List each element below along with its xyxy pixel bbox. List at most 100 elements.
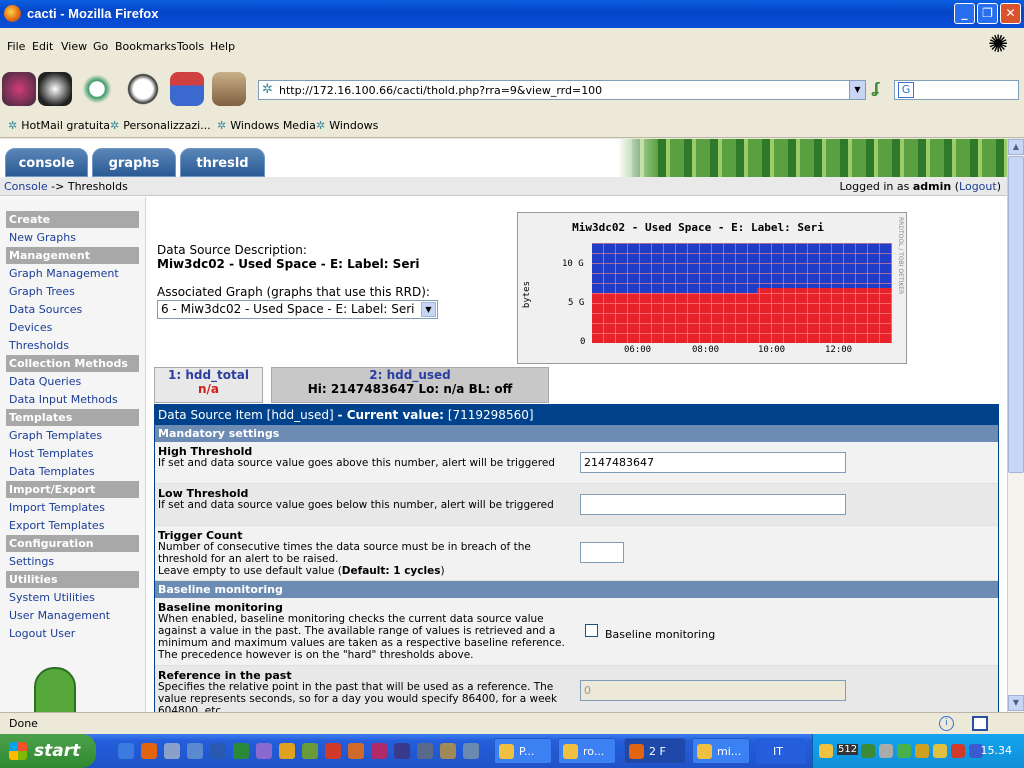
tray-number: 512 (837, 744, 859, 755)
ie-icon[interactable] (118, 743, 134, 759)
vertical-scrollbar[interactable]: ▲ ▼ (1007, 139, 1024, 712)
sidebar-item-data-templates[interactable]: Data Templates (9, 465, 95, 478)
associated-graph-select[interactable]: 6 - Miw3dc02 - Used Space - E: Label: Se… (157, 300, 438, 319)
sidebar-item-system-utilities[interactable]: System Utilities (9, 591, 95, 604)
breadcrumb-console-link[interactable]: Console (4, 180, 48, 193)
clock-icon[interactable] (279, 743, 295, 759)
sidebar-item-host-templates[interactable]: Host Templates (9, 447, 93, 460)
bookmark-windows-media[interactable]: ✲ Windows Media (217, 119, 316, 132)
maximize-button[interactable]: ❐ (977, 3, 998, 24)
tray-icon[interactable] (915, 744, 929, 758)
sidebar-item-devices[interactable]: Devices (9, 321, 52, 334)
sidebar-header-collection-methods: Collection Methods (6, 355, 139, 372)
menu-bookmarks[interactable]: Bookmarks (115, 40, 176, 53)
sidebar-item-export-templates[interactable]: Export Templates (9, 519, 104, 532)
media-icon[interactable] (394, 743, 410, 759)
cactus-banner (618, 139, 1007, 177)
tab-console[interactable]: console (5, 148, 88, 177)
app-icon[interactable] (417, 743, 433, 759)
taskbar-button[interactable]: ro... (558, 738, 616, 764)
scroll-thumb[interactable] (1008, 156, 1024, 473)
address-input[interactable]: http://172.16.100.66/cacti/thold.php?rra… (279, 84, 602, 97)
ds-tab-hdd-total[interactable]: 1: hdd_total n/a (154, 367, 263, 403)
lock-icon[interactable] (933, 744, 947, 758)
app-icon[interactable] (371, 743, 387, 759)
logout-link[interactable]: Logout (959, 180, 997, 193)
taskbar-button-firefox[interactable]: 2 F (624, 738, 686, 764)
google-icon[interactable]: G (898, 82, 914, 98)
sidebar-item-data-sources[interactable]: Data Sources (9, 303, 82, 316)
close-button[interactable]: ✕ (1000, 3, 1021, 24)
rrd-graph[interactable]: Miw3dc02 - Used Space - E: Label: Seri R… (517, 212, 907, 364)
reload-icon[interactable] (80, 72, 114, 106)
home-icon[interactable] (170, 72, 204, 106)
trigger-count-desc-text: Number of consecutive times the data sou… (158, 541, 531, 565)
tray-icon[interactable] (897, 744, 911, 758)
tray-icon[interactable] (951, 744, 965, 758)
sidebar-item-data-queries[interactable]: Data Queries (9, 375, 81, 388)
app-icon[interactable] (256, 743, 272, 759)
sidebar-item-data-input-methods[interactable]: Data Input Methods (9, 393, 118, 406)
app-icon (499, 744, 514, 759)
sidebar-item-import-templates[interactable]: Import Templates (9, 501, 105, 514)
info-icon[interactable]: i (939, 716, 954, 731)
app-icon[interactable] (348, 743, 364, 759)
tray-icon[interactable] (819, 744, 833, 758)
address-dropdown-icon[interactable]: ▼ (849, 81, 865, 99)
bookmark-windows[interactable]: ✲ Windows (316, 119, 378, 132)
menu-help[interactable]: Help (210, 40, 235, 53)
word-icon[interactable] (210, 743, 226, 759)
excel-icon[interactable] (233, 743, 249, 759)
menu-tools[interactable]: Tools (177, 40, 204, 53)
scroll-down-icon[interactable]: ▼ (1008, 695, 1024, 711)
scroll-icon[interactable] (212, 72, 246, 106)
go-icon[interactable]: ʆ (872, 81, 888, 99)
back-icon[interactable] (2, 72, 36, 106)
menu-view[interactable]: View (61, 40, 87, 53)
bookmark-hotmail[interactable]: ✲ HotMail gratuita (8, 119, 110, 132)
menu-file[interactable]: File (7, 40, 25, 53)
sidebar-item-graph-management[interactable]: Graph Management (9, 267, 119, 280)
search-box[interactable]: G (894, 80, 1019, 100)
sidebar-item-new-graphs[interactable]: New Graphs (9, 231, 76, 244)
window-icon[interactable] (972, 716, 988, 731)
forward-icon[interactable] (38, 72, 72, 106)
ds-tab-hdd-used[interactable]: 2: hdd_used Hi: 2147483647 Lo: n/a BL: o… (271, 367, 549, 403)
tab-thresld[interactable]: thresld (180, 148, 265, 177)
taskbar-button[interactable]: mi... (692, 738, 750, 764)
tray-icon[interactable] (861, 744, 875, 758)
baseline-checkbox-label[interactable]: Baseline monitoring (605, 628, 715, 641)
baseline-checkbox[interactable] (585, 624, 598, 637)
tab-graphs[interactable]: graphs (92, 148, 176, 177)
low-threshold-input[interactable] (580, 494, 846, 515)
taskbar-button[interactable]: P... (494, 738, 552, 764)
app-icon[interactable] (463, 743, 479, 759)
app-icon[interactable] (164, 743, 180, 759)
language-indicator[interactable]: IT (756, 738, 806, 764)
menu-edit[interactable]: Edit (32, 40, 53, 53)
scroll-up-icon[interactable]: ▲ (1008, 139, 1024, 155)
sidebar-item-graph-trees[interactable]: Graph Trees (9, 285, 75, 298)
bookmark-personalizzazioni[interactable]: ✲ Personalizzazi... (110, 119, 211, 132)
sidebar-item-settings[interactable]: Settings (9, 555, 54, 568)
menu-go[interactable]: Go (93, 40, 108, 53)
firefox-quicklaunch-icon[interactable] (141, 743, 157, 759)
minimize-button[interactable]: _ (954, 3, 975, 24)
sidebar-item-graph-templates[interactable]: Graph Templates (9, 429, 102, 442)
sidebar-item-user-management[interactable]: User Management (9, 609, 110, 622)
high-threshold-input[interactable]: 2147483647 (580, 452, 846, 473)
app-icon[interactable] (325, 743, 341, 759)
start-button[interactable]: start (0, 734, 96, 768)
page-content: console graphs thresld Console -> Thresh… (0, 139, 1007, 712)
tray-icon[interactable] (879, 744, 893, 758)
app-icon[interactable] (302, 743, 318, 759)
app-icon[interactable] (440, 743, 456, 759)
sidebar-item-thresholds[interactable]: Thresholds (9, 339, 69, 352)
reference-input[interactable]: 0 (580, 680, 846, 701)
stop-icon[interactable] (126, 72, 160, 106)
chevron-down-icon[interactable]: ▼ (421, 302, 436, 317)
address-bar[interactable]: ✲ http://172.16.100.66/cacti/thold.php?r… (258, 80, 866, 100)
app-icon[interactable] (187, 743, 203, 759)
sidebar-item-logout-user[interactable]: Logout User (9, 627, 75, 640)
trigger-count-input[interactable] (580, 542, 624, 563)
